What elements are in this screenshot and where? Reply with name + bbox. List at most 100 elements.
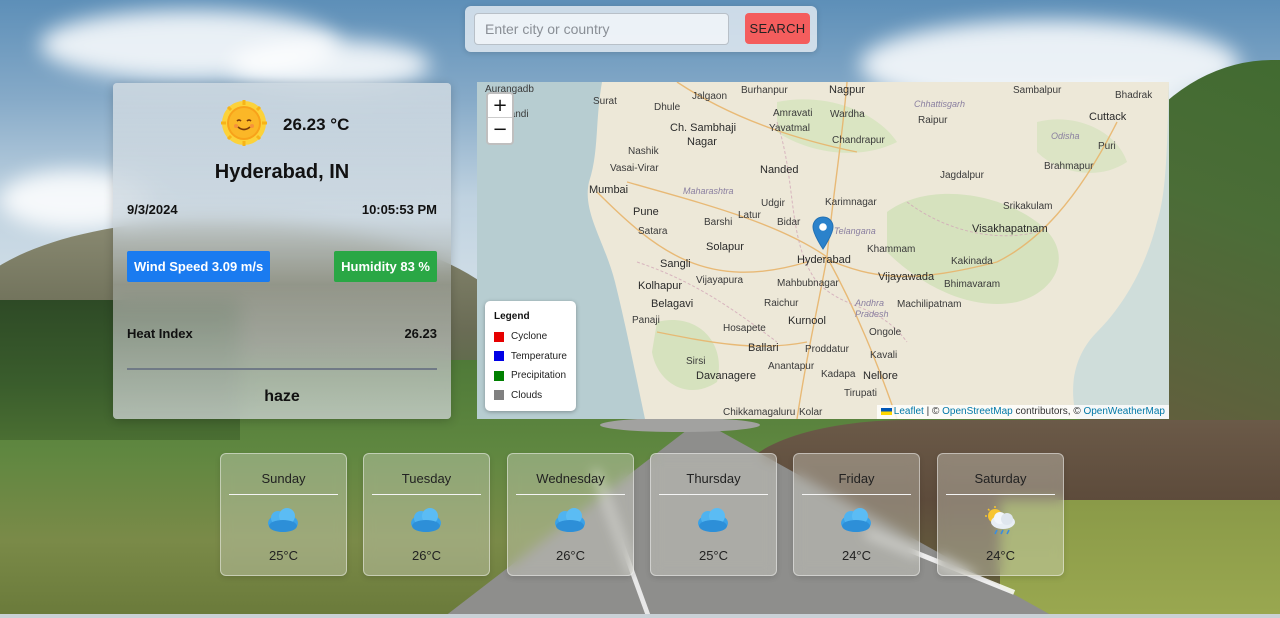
map-label: Kurnool bbox=[788, 315, 826, 327]
map-label: Nellore bbox=[863, 370, 898, 382]
divider bbox=[127, 368, 437, 370]
map-label: Dhule bbox=[654, 102, 681, 113]
map-label: Raipur bbox=[918, 115, 948, 126]
map-label: Nanded bbox=[760, 164, 799, 176]
map-label: Maharashtra bbox=[683, 186, 734, 196]
forecast-temp: 24°C bbox=[985, 548, 1016, 563]
map-label: Udgir bbox=[761, 198, 785, 209]
map-label: Pradesh bbox=[855, 309, 889, 319]
weather-map[interactable]: Aurangadb Bhiwandi Surat Dhule Jalgaon B… bbox=[477, 82, 1169, 419]
map-label: Kolar bbox=[799, 407, 823, 418]
location-pin-icon[interactable] bbox=[812, 216, 834, 250]
map-label: Odisha bbox=[1051, 131, 1080, 141]
map-label: Tirupati bbox=[844, 388, 877, 399]
map-label: Latur bbox=[738, 210, 761, 221]
forecast-temp: 25°C bbox=[268, 548, 299, 563]
legend-item-cyclone: Cyclone bbox=[494, 327, 567, 347]
heat-index-label: Heat Index bbox=[127, 326, 193, 341]
current-date: 9/3/2024 bbox=[127, 202, 178, 217]
legend-label: Clouds bbox=[511, 389, 543, 401]
map-label: Kadapa bbox=[821, 369, 856, 380]
map-label: Puri bbox=[1098, 141, 1116, 152]
openstreetmap-link[interactable]: OpenStreetMap bbox=[942, 406, 1013, 417]
legend-label: Temperature bbox=[510, 350, 567, 362]
search-button[interactable]: SEARCH bbox=[745, 13, 810, 44]
map-label: Barshi bbox=[704, 217, 733, 228]
map-label: Mumbai bbox=[589, 184, 629, 196]
zoom-control: + − bbox=[486, 92, 514, 145]
legend-swatch bbox=[494, 331, 504, 342]
map-label: Solapur bbox=[706, 241, 744, 253]
ukraine-flag-icon bbox=[880, 407, 892, 415]
map-label: Mahbubnagar bbox=[777, 278, 839, 289]
map-label: Vijayapura bbox=[696, 275, 744, 286]
current-weather-card: 26.23 °C Hyderabad, IN 9/3/2024 10:05:53… bbox=[113, 83, 451, 419]
map-label: Kakinada bbox=[951, 256, 993, 267]
map-label: Ch. Sambhaji bbox=[670, 122, 737, 134]
openweathermap-link[interactable]: OpenWeatherMap bbox=[1083, 406, 1165, 417]
search-bar: SEARCH bbox=[465, 6, 817, 52]
map-label: Machilipatnam bbox=[897, 299, 962, 310]
map-label: Sangli bbox=[660, 258, 691, 270]
cloud-icon bbox=[411, 508, 441, 532]
map-label: Karimnagar bbox=[825, 197, 877, 208]
legend-label: Precipitation bbox=[511, 370, 567, 382]
forecast-temp: 26°C bbox=[411, 548, 442, 563]
map-label: Surat bbox=[593, 96, 617, 107]
map-label: Panaji bbox=[632, 315, 660, 326]
map-label: Vijayawada bbox=[878, 271, 935, 283]
map-label: Brahmapur bbox=[1044, 161, 1094, 172]
current-temperature: 26.23 °C bbox=[283, 115, 350, 134]
map-label: Raichur bbox=[764, 298, 799, 309]
sun-cloud-rain-icon bbox=[985, 506, 1015, 535]
search-input[interactable] bbox=[474, 13, 729, 45]
map-label: Srikakulam bbox=[1003, 201, 1053, 212]
forecast-card: Tuesday 26°C bbox=[363, 453, 490, 576]
map-label: Bhimavaram bbox=[944, 279, 1001, 290]
forecast-card: Saturday 24°C bbox=[937, 453, 1064, 576]
zoom-out-button[interactable]: − bbox=[488, 118, 512, 142]
cloud-icon bbox=[841, 508, 871, 532]
forecast-day: Sunday bbox=[261, 471, 306, 486]
map-label: Burhanpur bbox=[741, 85, 788, 96]
cloud-icon bbox=[698, 508, 728, 532]
map-label: Nagpur bbox=[829, 84, 866, 96]
sun-icon bbox=[221, 100, 267, 146]
forecast-day: Wednesday bbox=[536, 471, 605, 486]
map-label: Visakhapatnam bbox=[972, 223, 1048, 235]
forecast-day: Thursday bbox=[686, 471, 741, 486]
map-label: Kolhapur bbox=[638, 280, 683, 292]
map-label: Cuttack bbox=[1089, 111, 1127, 123]
map-label: Pune bbox=[633, 206, 659, 218]
map-label: Davanagere bbox=[696, 370, 756, 382]
leaflet-link[interactable]: Leaflet bbox=[894, 406, 924, 417]
map-label: Nagar bbox=[687, 136, 717, 148]
map-label: Hyderabad bbox=[797, 254, 851, 266]
humidity-badge: Humidity 83 % bbox=[334, 251, 437, 282]
city-name: Hyderabad, IN bbox=[214, 161, 350, 183]
map-label: Belagavi bbox=[651, 298, 694, 310]
map-label: Satara bbox=[638, 226, 668, 237]
map-label: Kavali bbox=[870, 350, 898, 361]
map-label: Andhra bbox=[855, 298, 885, 308]
map-label: Proddatur bbox=[805, 344, 849, 355]
legend-title: Legend bbox=[494, 311, 530, 322]
forecast-card: Friday 24°C bbox=[793, 453, 920, 576]
legend-item-clouds: Clouds bbox=[494, 386, 567, 406]
map-label: Chhattisgarh bbox=[914, 99, 966, 109]
legend-swatch bbox=[494, 370, 504, 381]
cloud-icon bbox=[555, 508, 585, 532]
map-label: Sambalpur bbox=[1013, 85, 1062, 96]
map-label: Ballari bbox=[748, 342, 779, 354]
forecast-temp: 25°C bbox=[698, 548, 729, 563]
map-attribution: Leaflet | © OpenStreetMap contributors, … bbox=[876, 405, 1169, 419]
map-label: Amravati bbox=[773, 108, 813, 119]
map-label: Anantapur bbox=[768, 361, 815, 372]
legend-swatch bbox=[494, 351, 504, 362]
zoom-in-button[interactable]: + bbox=[488, 94, 512, 118]
map-label: Khammam bbox=[867, 244, 916, 255]
map-label: Yavatmal bbox=[769, 123, 810, 134]
map-label: Jalgaon bbox=[692, 91, 728, 102]
legend-label: Cyclone bbox=[511, 331, 548, 343]
forecast-card: Sunday 25°C bbox=[220, 453, 347, 576]
